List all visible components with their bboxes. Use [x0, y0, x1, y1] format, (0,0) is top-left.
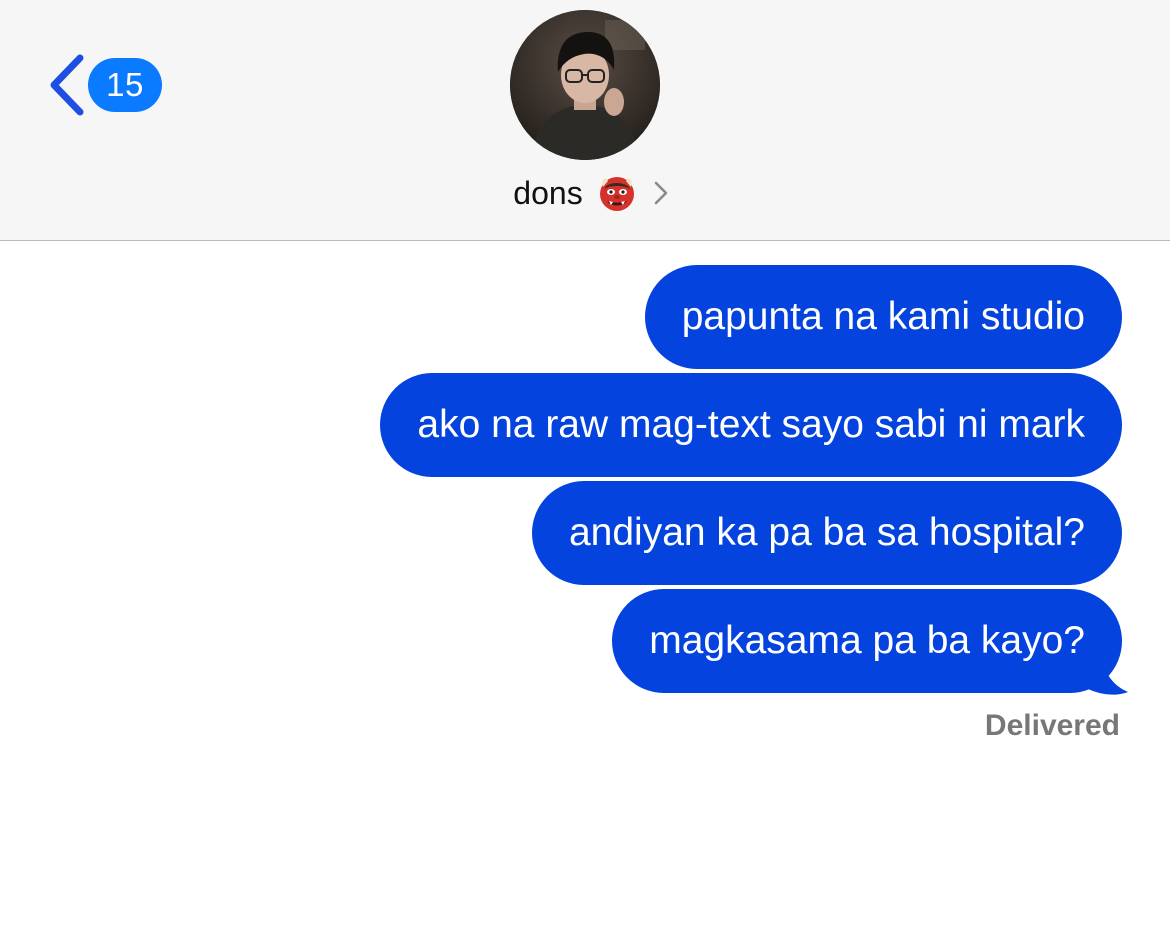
message-thread: papunta na kami studio ako na raw mag-te…: [0, 241, 1170, 927]
message-bubble[interactable]: ako na raw mag-text sayo sabi ni mark: [380, 373, 1122, 477]
chevron-left-icon: [50, 54, 84, 116]
avatar-photo: [510, 10, 660, 160]
conversation-header: 15 dons: [0, 0, 1170, 241]
avatar[interactable]: [510, 10, 660, 160]
delivery-status: Delivered: [984, 709, 1120, 742]
message-bubble[interactable]: papunta na kami studio: [644, 265, 1122, 369]
ogre-icon: [599, 177, 634, 211]
contact-details-link[interactable]: dons: [0, 168, 1170, 218]
chevron-right-icon: [654, 181, 667, 205]
contact-name: dons: [513, 174, 583, 211]
bubble-tail: [1080, 656, 1128, 695]
unread-count-badge: 15: [88, 58, 162, 112]
message-bubble[interactable]: magkasama pa ba kayo?: [612, 589, 1122, 693]
message-bubble[interactable]: andiyan ka pa ba sa hospital?: [531, 481, 1122, 585]
back-button[interactable]: 15: [46, 52, 162, 118]
